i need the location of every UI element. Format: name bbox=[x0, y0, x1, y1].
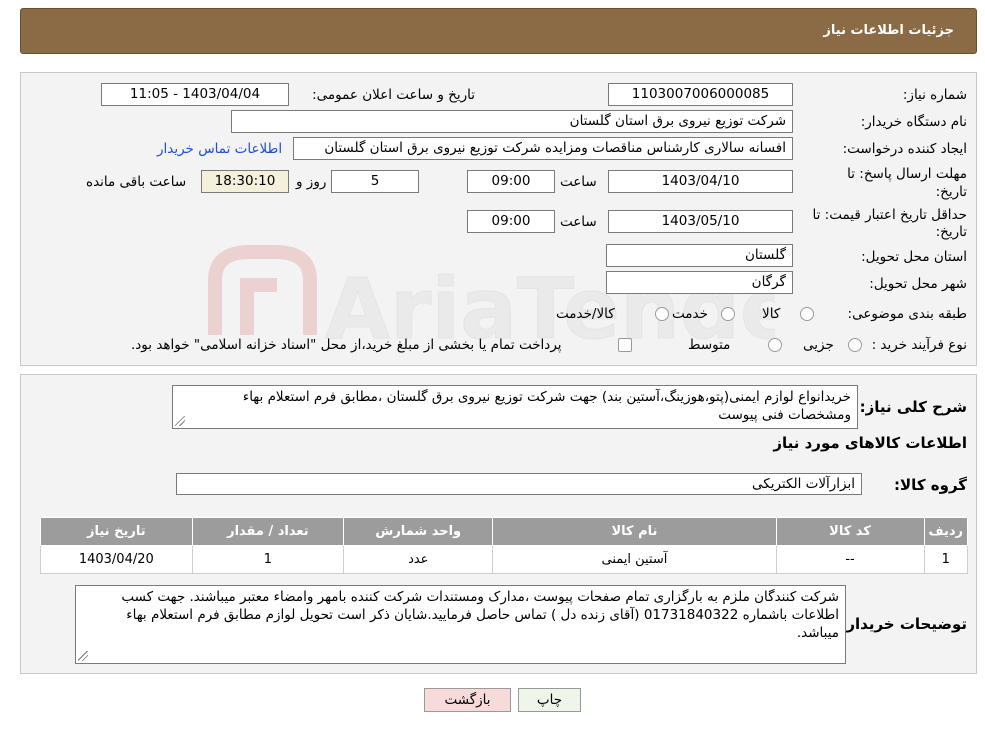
need-number-field: 1103007006000085 bbox=[608, 83, 793, 106]
quantity-cell: 1 bbox=[191, 545, 345, 574]
validity-label-2: تاریخ: bbox=[935, 224, 967, 240]
table-row: 1 -- آستین ایمنی عدد 1 1403/04/20 bbox=[40, 545, 969, 574]
remaining-time-field: 18:30:10 bbox=[201, 170, 289, 193]
treasury-checkbox[interactable] bbox=[618, 338, 632, 352]
category-option-goods-service: کالا/خدمت bbox=[556, 306, 615, 322]
province-field: گلستان bbox=[606, 244, 793, 267]
print-button[interactable]: چاپ bbox=[518, 688, 581, 712]
items-table: ردیف کد کالا نام کالا واحد شمارش تعداد /… bbox=[40, 517, 969, 574]
goods-group-field: ابزارآلات الکتریکی bbox=[176, 473, 862, 495]
goods-code-cell: -- bbox=[775, 545, 925, 574]
creator-field: افسانه سالاری کارشناس مناقصات ومزایده شر… bbox=[293, 137, 793, 160]
row-number-cell: 1 bbox=[923, 545, 969, 574]
need-date-cell: 1403/04/20 bbox=[40, 545, 193, 574]
description-text: خریدانواع لوازم ایمنی(پتو،هوزینگ،آستین ب… bbox=[242, 389, 851, 423]
resize-grip-icon[interactable] bbox=[175, 416, 185, 426]
table-header-row: ردیف کد کالا نام کالا واحد شمارش تعداد /… bbox=[40, 517, 969, 546]
days-field: 5 bbox=[331, 170, 419, 193]
validity-time-field: 09:00 bbox=[467, 210, 555, 233]
validity-time-label: ساعت bbox=[560, 214, 597, 230]
buyer-notes-text: شرکت کنندگان ملزم به بارگزاری تمام صفحات… bbox=[121, 589, 839, 641]
purchase-radio-minor[interactable] bbox=[848, 338, 862, 352]
col-date-header: تاریخ نیاز bbox=[40, 517, 193, 546]
deadline-label-2: تاریخ: bbox=[935, 184, 967, 200]
purchase-option-minor: جزیی bbox=[803, 337, 834, 353]
category-label: طبقه بندی موضوعی: bbox=[847, 306, 967, 322]
category-option-service: خدمت bbox=[672, 306, 708, 322]
resize-grip-icon[interactable] bbox=[78, 651, 88, 661]
city-label: شهر محل تحویل: bbox=[869, 276, 967, 292]
category-radio-goods[interactable] bbox=[800, 307, 814, 321]
deadline-date-field: 1403/04/10 bbox=[608, 170, 793, 193]
goods-group-label: گروه کالا: bbox=[894, 476, 967, 494]
deadline-label: مهلت ارسال پاسخ: تا bbox=[847, 166, 967, 182]
purchase-type-label: نوع فرآیند خرید : bbox=[871, 337, 967, 353]
col-unit-header: واحد شمارش bbox=[343, 517, 494, 546]
page-header: جزئیات اطلاعات نیاز bbox=[20, 8, 977, 54]
col-name-header: نام کالا bbox=[492, 517, 777, 546]
announce-field: 1403/04/04 - 11:05 bbox=[101, 83, 289, 106]
description-label: شرح کلی نیاز: bbox=[859, 398, 967, 416]
buyer-notes-textarea[interactable]: شرکت کنندگان ملزم به بارگزاری تمام صفحات… bbox=[75, 585, 846, 664]
need-number-label: شماره نیاز: bbox=[902, 87, 967, 103]
days-label: روز و bbox=[296, 174, 327, 190]
deadline-time-field: 09:00 bbox=[467, 170, 555, 193]
purchase-radio-medium[interactable] bbox=[768, 338, 782, 352]
category-option-goods: کالا bbox=[762, 306, 781, 322]
col-qty-header: تعداد / مقدار bbox=[191, 517, 345, 546]
goods-section-title: اطلاعات کالاهای مورد نیاز bbox=[773, 434, 967, 452]
category-radio-goods-service[interactable] bbox=[655, 307, 669, 321]
buyer-notes-label: توضیحات خریدار: bbox=[840, 615, 967, 633]
buyer-org-field: شرکت توزیع نیروی برق استان گلستان bbox=[231, 110, 793, 133]
purchase-option-medium: متوسط bbox=[688, 337, 731, 353]
purchase-note: پرداخت تمام یا بخشی از مبلغ خرید،از محل … bbox=[131, 337, 562, 353]
items-table-wrap: ردیف کد کالا نام کالا واحد شمارش تعداد /… bbox=[40, 517, 969, 574]
goods-name-cell: آستین ایمنی bbox=[492, 545, 777, 574]
province-label: استان محل تحویل: bbox=[861, 249, 967, 265]
col-row-header: ردیف bbox=[923, 517, 969, 546]
creator-label: ایجاد کننده درخواست: bbox=[842, 141, 967, 157]
category-radio-service[interactable] bbox=[721, 307, 735, 321]
page-title: جزئیات اطلاعات نیاز bbox=[823, 23, 954, 38]
unit-cell: عدد bbox=[343, 545, 494, 574]
validity-label: حداقل تاریخ اعتبار قیمت: تا bbox=[812, 207, 967, 223]
city-field: گرگان bbox=[606, 271, 793, 294]
buyer-contact-link[interactable]: اطلاعات تماس خریدار bbox=[157, 141, 282, 157]
validity-date-field: 1403/05/10 bbox=[608, 210, 793, 233]
remaining-label: ساعت باقی مانده bbox=[86, 174, 187, 190]
buyer-org-label: نام دستگاه خریدار: bbox=[860, 114, 967, 130]
announce-label: تاریخ و ساعت اعلان عمومی: bbox=[312, 87, 475, 103]
col-code-header: کد کالا bbox=[775, 517, 925, 546]
back-button[interactable]: بازگشت bbox=[424, 688, 511, 712]
deadline-time-label: ساعت bbox=[560, 174, 597, 190]
description-textarea[interactable]: خریدانواع لوازم ایمنی(پتو،هوزینگ،آستین ب… bbox=[172, 385, 858, 429]
